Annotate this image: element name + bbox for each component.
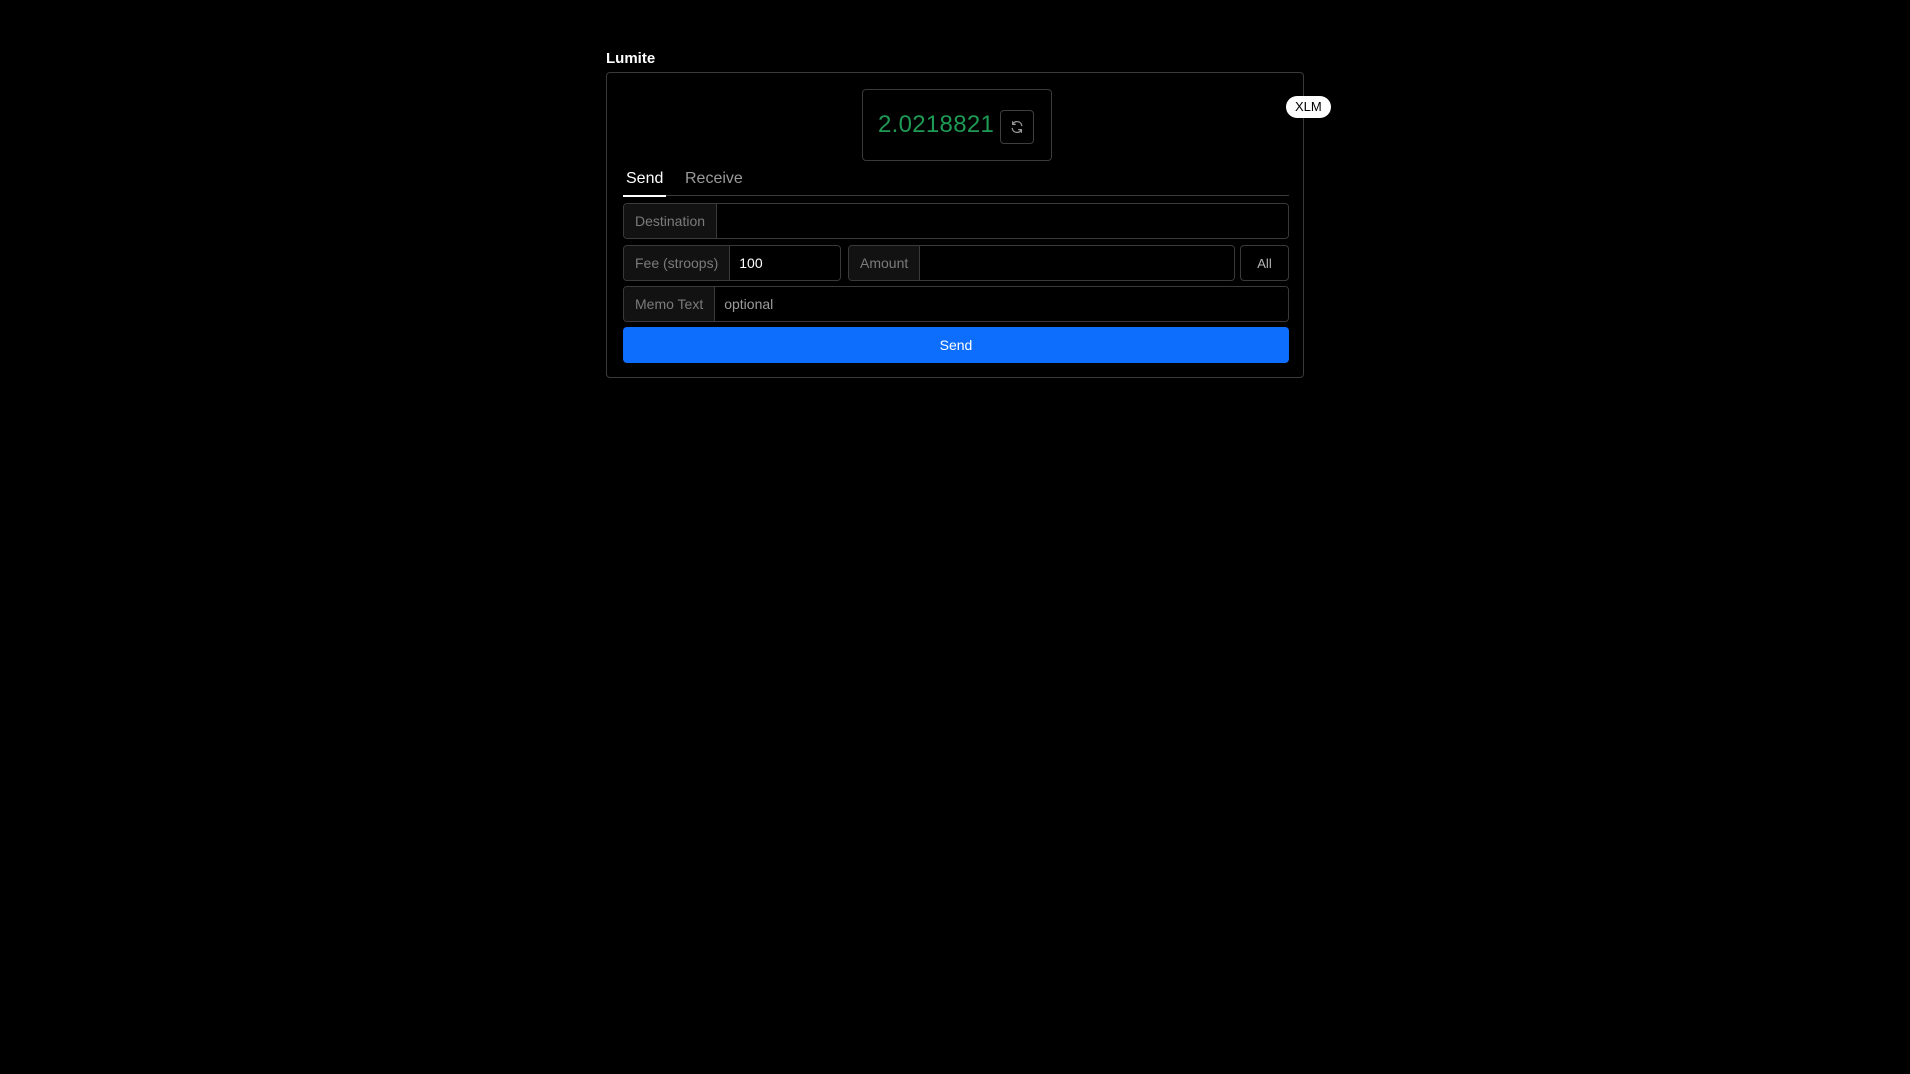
send-button[interactable]: Send bbox=[623, 327, 1289, 363]
amount-group: Amount bbox=[848, 245, 1235, 281]
fee-input[interactable] bbox=[730, 246, 840, 280]
memo-group: Memo Text bbox=[623, 286, 1289, 322]
refresh-icon bbox=[1011, 121, 1023, 133]
amount-input[interactable] bbox=[920, 246, 1234, 280]
destination-input[interactable] bbox=[717, 204, 1288, 238]
memo-label: Memo Text bbox=[624, 287, 716, 321]
currency-badge: XLM bbox=[1286, 96, 1331, 118]
all-amount-button[interactable]: All bbox=[1240, 245, 1289, 281]
balance-panel: 2.0218821 XLM bbox=[862, 89, 1331, 161]
memo-input[interactable] bbox=[715, 287, 1288, 321]
tab-send[interactable]: Send bbox=[623, 169, 667, 197]
destination-label: Destination bbox=[624, 204, 718, 238]
fee-label: Fee (stroops) bbox=[624, 246, 731, 280]
destination-group: Destination bbox=[623, 203, 1289, 239]
tab-bar: Send Receive bbox=[623, 169, 1289, 197]
refresh-balance-button[interactable] bbox=[1000, 110, 1034, 144]
tab-receive[interactable]: Receive bbox=[685, 169, 743, 195]
wallet-card: 2.0218821 XLM Send Receive Destination F… bbox=[606, 72, 1331, 378]
balance-value: 2.0218821 bbox=[878, 111, 995, 138]
app-title: Lumite bbox=[606, 50, 656, 67]
fee-group: Fee (stroops) bbox=[623, 245, 841, 281]
amount-label: Amount bbox=[849, 246, 921, 280]
